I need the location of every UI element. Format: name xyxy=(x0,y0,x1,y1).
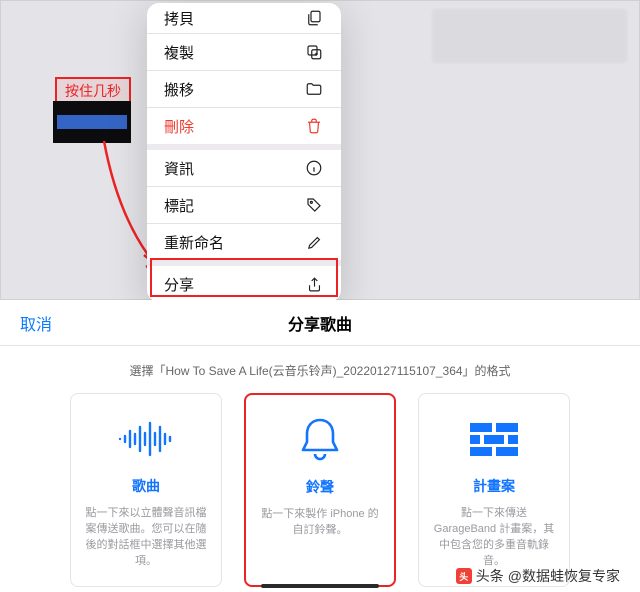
card-ringtone[interactable]: 鈴聲 點一下來製作 iPhone 的自訂鈴聲。 xyxy=(244,393,396,587)
card-title: 歌曲 xyxy=(132,476,160,496)
attribution-prefix: 头条 xyxy=(476,566,504,586)
menu-item-copy[interactable]: 拷貝 xyxy=(147,3,341,33)
menu-item-tag[interactable]: 標記 xyxy=(147,187,341,223)
card-title: 鈴聲 xyxy=(306,477,334,497)
menu-label: 資訊 xyxy=(164,158,194,179)
menu-label: 分享 xyxy=(164,274,194,295)
share-icon xyxy=(304,274,324,294)
waveform xyxy=(57,115,127,129)
menu-item-rename[interactable]: 重新命名 xyxy=(147,224,341,260)
watermark: 头 头条 @数据蛙恢复专家 xyxy=(456,566,620,586)
menu-item-share[interactable]: 分享 xyxy=(147,266,341,302)
background-blur-element xyxy=(432,9,627,63)
toutiao-logo-icon: 头 xyxy=(456,568,472,584)
menu-label: 拷貝 xyxy=(164,8,194,29)
menu-label: 重新命名 xyxy=(164,232,224,253)
folder-icon xyxy=(304,79,324,99)
bell-icon xyxy=(296,409,344,471)
share-subtitle: 選擇「How To Save A Life(云音乐铃声)_20220127115… xyxy=(0,346,640,393)
menu-label: 搬移 xyxy=(164,79,194,100)
duplicate-icon xyxy=(304,42,324,62)
context-menu: 拷貝 複製 搬移 刪除 資訊 標記 重新命名 xyxy=(147,3,341,302)
home-indicator xyxy=(261,584,379,588)
card-title: 計畫案 xyxy=(473,476,515,496)
card-description: 點一下來以立體聲音訊檔案傳送歌曲。您可以在隨後的對話框中選擇其他選項。 xyxy=(85,506,207,570)
menu-label: 刪除 xyxy=(164,116,194,137)
menu-item-move[interactable]: 搬移 xyxy=(147,71,341,107)
menu-label: 複製 xyxy=(164,42,194,63)
tag-icon xyxy=(304,195,324,215)
copy-icon xyxy=(304,8,324,28)
audio-file-thumbnail[interactable] xyxy=(53,101,131,143)
cancel-button[interactable]: 取消 xyxy=(0,311,72,335)
trash-icon xyxy=(304,116,324,136)
share-song-panel: 取消 分享歌曲 選擇「How To Save A Life(云音乐铃声)_202… xyxy=(0,300,640,592)
card-description: 點一下來傳送 GarageBand 計畫案，其中包含您的多重音軌錄音。 xyxy=(433,506,555,570)
brick-icon xyxy=(468,408,520,470)
menu-item-duplicate[interactable]: 複製 xyxy=(147,34,341,70)
menu-item-info[interactable]: 資訊 xyxy=(147,150,341,186)
card-song[interactable]: 歌曲 點一下來以立體聲音訊檔案傳送歌曲。您可以在隨後的對話框中選擇其他選項。 xyxy=(70,393,222,587)
card-description: 點一下來製作 iPhone 的自訂鈴聲。 xyxy=(260,507,380,539)
menu-item-delete[interactable]: 刪除 xyxy=(147,108,341,144)
share-title: 分享歌曲 xyxy=(288,311,352,335)
share-header: 取消 分享歌曲 xyxy=(0,300,640,346)
menu-label: 標記 xyxy=(164,195,194,216)
info-icon xyxy=(304,158,324,178)
waveform-icon xyxy=(116,408,176,470)
garageband-file-view: 按住几秒 拷貝 複製 搬移 刪除 資訊 xyxy=(0,0,640,300)
pencil-icon xyxy=(304,232,324,252)
attribution-handle: @数据蛙恢复专家 xyxy=(508,566,620,586)
format-cards: 歌曲 點一下來以立體聲音訊檔案傳送歌曲。您可以在隨後的對話框中選擇其他選項。 鈴… xyxy=(0,393,640,587)
card-project[interactable]: 計畫案 點一下來傳送 GarageBand 計畫案，其中包含您的多重音軌錄音。 xyxy=(418,393,570,587)
